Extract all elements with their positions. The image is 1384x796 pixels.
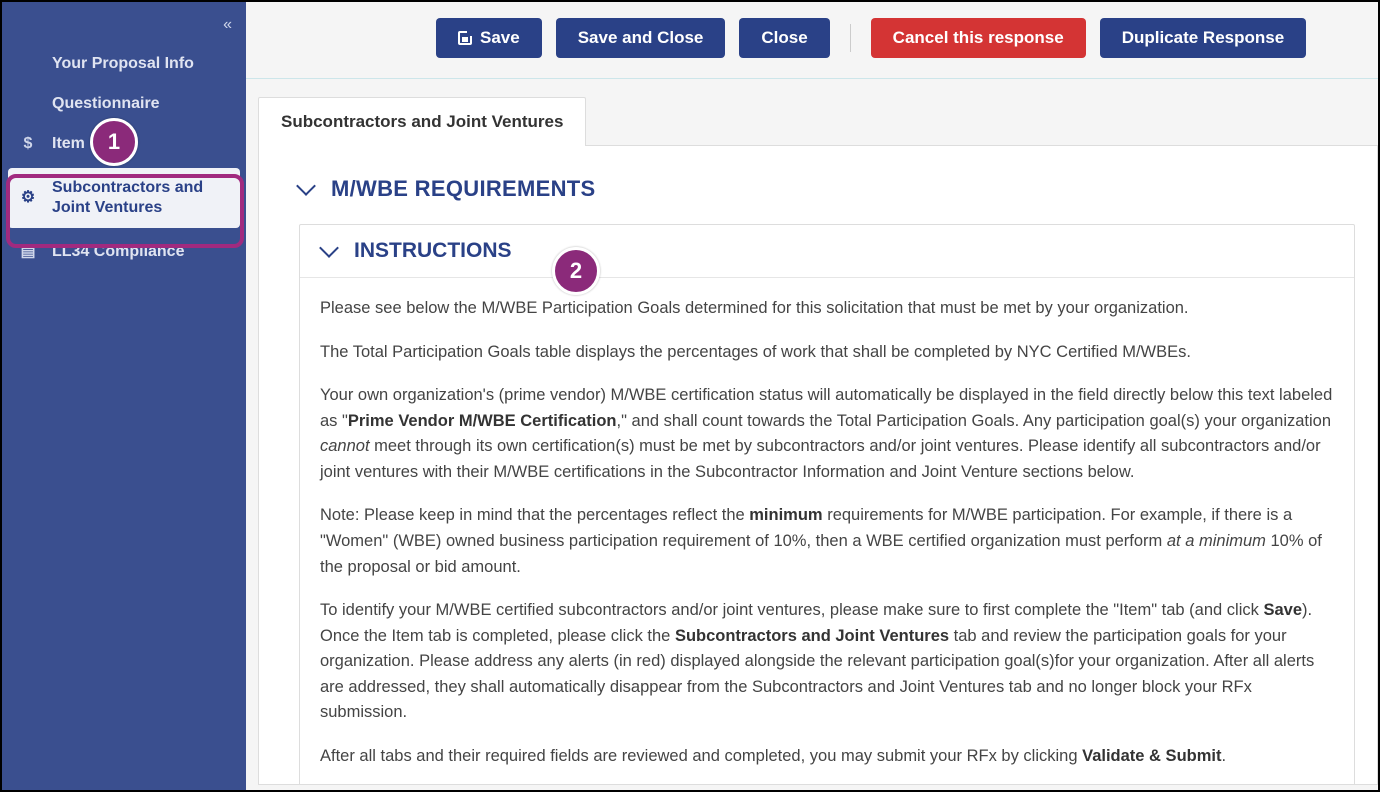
main-area: Save Save and Close Close Cancel this re…: [246, 2, 1378, 790]
tab-subcontractors[interactable]: Subcontractors and Joint Ventures: [258, 97, 586, 146]
cancel-response-button[interactable]: Cancel this response: [871, 18, 1086, 58]
section-mwbe-header[interactable]: M/WBE REQUIREMENTS: [299, 176, 1359, 202]
sidebar-item-label: LL34 Compliance: [52, 242, 230, 262]
save-button[interactable]: Save: [436, 18, 542, 58]
chevron-down-icon: [296, 176, 316, 196]
save-icon: [458, 31, 472, 45]
sidebar-item-label: Your Proposal Info: [52, 54, 230, 74]
instructions-p1: Please see below the M/WBE Participation…: [320, 296, 1334, 322]
collapse-sidebar-icon[interactable]: «: [223, 16, 232, 34]
instructions-p2: The Total Participation Goals table disp…: [320, 340, 1334, 366]
toolbar-separator: [850, 24, 851, 52]
sidebar-item-label: Subcontractors and Joint Ventures: [52, 178, 230, 218]
sidebar-item-subcontractors[interactable]: ⚙ Subcontractors and Joint Ventures: [8, 168, 240, 228]
sidebar-item-label: Item: [52, 134, 230, 154]
instructions-p4: Note: Please keep in mind that the perce…: [320, 503, 1334, 580]
save-and-close-button[interactable]: Save and Close: [556, 18, 726, 58]
instructions-card: INSTRUCTIONS Please see below the M/WBE …: [299, 224, 1355, 785]
instructions-header[interactable]: INSTRUCTIONS: [300, 225, 1354, 278]
tab-panel: M/WBE REQUIREMENTS INSTRUCTIONS Please s…: [258, 145, 1378, 785]
instructions-p5: To identify your M/WBE certified subcont…: [320, 598, 1334, 726]
instructions-p6: After all tabs and their required fields…: [320, 744, 1334, 770]
instructions-body: Please see below the M/WBE Participation…: [300, 278, 1354, 785]
document-icon: ▤: [18, 242, 38, 262]
annotation-callout-2: 2: [552, 247, 600, 295]
sidebar-item-label: Questionnaire: [52, 94, 230, 114]
dollar-icon: $: [18, 134, 38, 154]
close-button[interactable]: Close: [739, 18, 829, 58]
chevron-down-icon: [319, 238, 339, 258]
section-title: M/WBE REQUIREMENTS: [331, 176, 596, 202]
sidebar-item-proposal-info[interactable]: Your Proposal Info: [2, 44, 246, 84]
toolbar: Save Save and Close Close Cancel this re…: [246, 2, 1378, 79]
duplicate-response-button[interactable]: Duplicate Response: [1100, 18, 1307, 58]
gear-icon: ⚙: [18, 188, 38, 208]
content-area: Subcontractors and Joint Ventures M/WBE …: [246, 79, 1378, 790]
instructions-title: INSTRUCTIONS: [354, 239, 512, 263]
save-button-label: Save: [480, 28, 520, 48]
instructions-p3: Your own organization's (prime vendor) M…: [320, 383, 1334, 485]
sidebar-item-ll34[interactable]: ▤ LL34 Compliance: [2, 232, 246, 272]
annotation-callout-1: 1: [90, 118, 138, 166]
sidebar-item-questionnaire[interactable]: Questionnaire: [2, 84, 246, 124]
